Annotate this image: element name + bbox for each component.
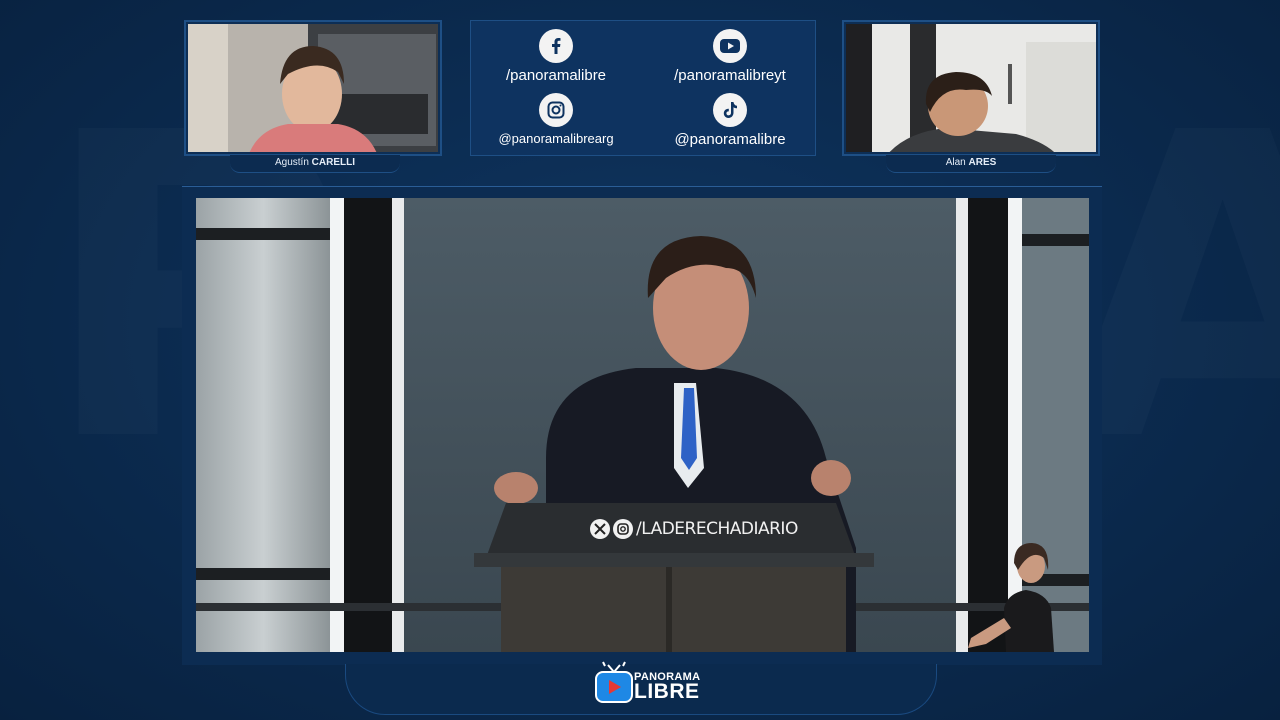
podium-handle-text: /LADERECHADIARIO <box>636 519 798 539</box>
facebook-handle: /panoramalibre <box>505 67 607 84</box>
podium-social-handle: /LADERECHADIARIO <box>590 517 798 541</box>
right-camera-name-plate: Alan ARES <box>886 155 1056 173</box>
instagram-icon <box>613 519 633 539</box>
facebook-icon <box>539 29 573 63</box>
tv-play-icon <box>595 661 633 703</box>
youtube-handle: /panoramalibreyt <box>674 67 786 84</box>
instagram-handle: @panoramalibrearg <box>498 131 614 146</box>
panorama-libre-logo: PANORAMA LIBRE <box>594 658 704 708</box>
youtube-icon <box>713 29 747 63</box>
right-camera-first-name: Alan <box>945 157 966 168</box>
instagram-icon <box>539 93 573 127</box>
social-facebook[interactable]: /panoramalibre <box>471 29 641 84</box>
social-instagram[interactable]: @panoramalibrearg <box>471 93 641 146</box>
right-camera-feed <box>842 20 1100 156</box>
left-camera-name-plate: Agustín CARELLI <box>230 155 400 173</box>
social-links-panel: /panoramalibre /panoramalibreyt @panoram… <box>470 20 816 156</box>
left-camera-first-name: Agustín <box>274 157 309 168</box>
logo-text-bottom: LIBRE <box>634 680 700 703</box>
left-camera-feed <box>184 20 442 156</box>
left-camera-last-name: CARELLI <box>311 157 356 168</box>
tiktok-icon <box>713 93 747 127</box>
social-tiktok[interactable]: @panoramalibre <box>645 93 815 148</box>
x-logo-icon <box>590 519 610 539</box>
main-video-feed[interactable] <box>196 198 1089 652</box>
social-youtube[interactable]: /panoramalibreyt <box>645 29 815 84</box>
tiktok-handle: @panoramalibre <box>674 131 786 148</box>
right-camera-last-name: ARES <box>968 157 997 168</box>
